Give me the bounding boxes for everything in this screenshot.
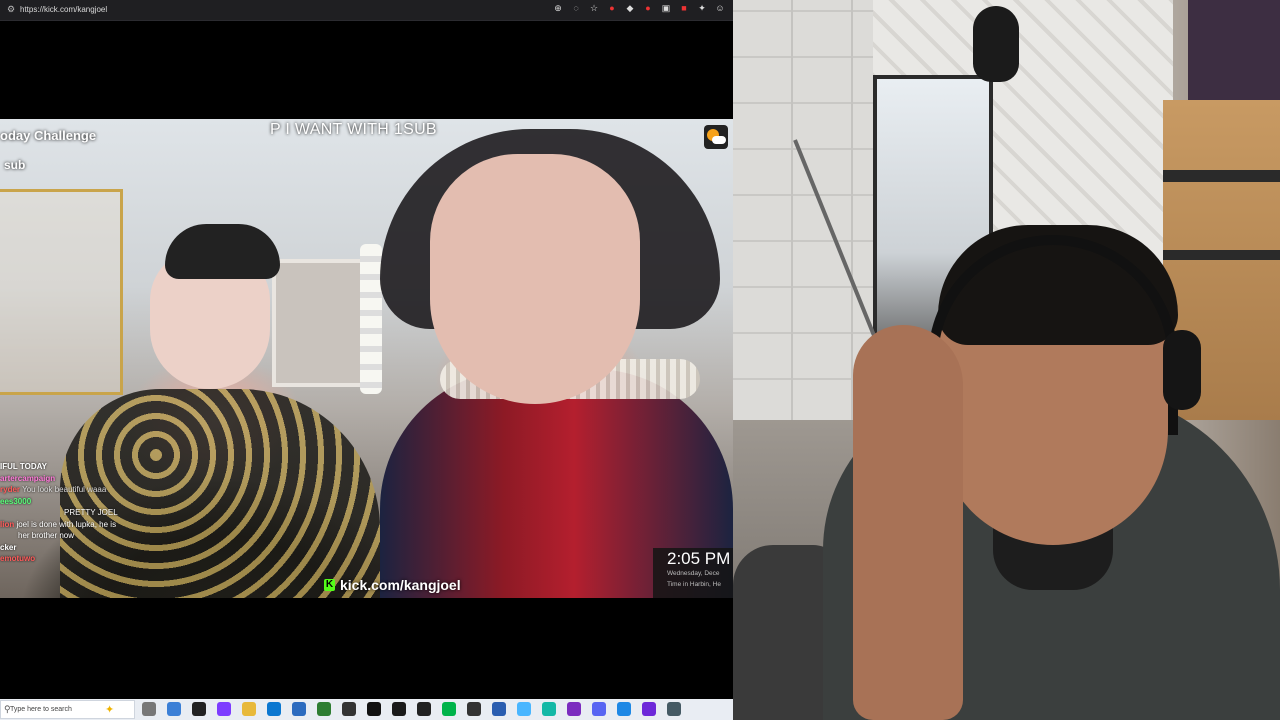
chat-username: lion [0, 519, 15, 529]
person-hand [853, 325, 963, 720]
weather-icon [704, 125, 728, 149]
kick-logo-icon: K [324, 579, 335, 591]
lens-icon[interactable]: ◌ [571, 3, 581, 13]
headset-earcup [1163, 330, 1201, 410]
extension-flag-icon[interactable]: ◆ [625, 3, 635, 13]
background-mirror [272, 259, 370, 387]
browser-address-bar[interactable]: ⚙ https://kick.com/kangjoel ⊕ ◌ ☆ ● ◆ ● … [0, 0, 733, 21]
app-black2-icon[interactable] [392, 702, 406, 716]
app-azure-icon[interactable] [617, 702, 631, 716]
extension-box-icon[interactable]: ▣ [661, 3, 671, 13]
tiled-wall-grout [733, 0, 873, 470]
chat-username: ees3000 [0, 496, 32, 506]
app-green-icon[interactable] [317, 702, 331, 716]
right-person-face [430, 154, 640, 404]
chat-message: emotuwo [0, 553, 160, 565]
webcam-feed [733, 0, 1280, 720]
app-violet-icon[interactable] [567, 702, 581, 716]
chat-text: PRETTY JOEL [64, 508, 118, 517]
app-black-icon[interactable] [367, 702, 381, 716]
chat-text: joel is done with lupka, he is [16, 519, 117, 529]
chat-text: her brother now [18, 531, 75, 540]
copilot-sparkle-icon[interactable]: ✦ [105, 703, 114, 716]
chat-message: IFUL TODAY [0, 461, 160, 473]
app-blue-icon[interactable] [292, 702, 306, 716]
url-text[interactable]: https://kick.com/kangjoel [20, 4, 107, 15]
discord-icon[interactable] [592, 702, 606, 716]
search-placeholder: Type here to search [10, 706, 72, 713]
file-explorer-icon[interactable] [242, 702, 256, 716]
app-purple-icon[interactable] [217, 702, 231, 716]
chat-message: PRETTY JOEL [0, 507, 160, 519]
edge-icon[interactable] [267, 702, 281, 716]
chat-message: cker [0, 542, 160, 554]
clock-widget: 2:05 PM Wednesday, Dece Time in Harbin, … [653, 548, 733, 598]
stream-video[interactable]: oday Challenge sub P I WANT WITH 1SUB IF… [0, 119, 733, 598]
steam-icon[interactable] [667, 702, 681, 716]
app-gray-icon[interactable] [342, 702, 356, 716]
extension-red2-icon[interactable]: ■ [679, 3, 689, 13]
chat-message: her brother now [0, 530, 160, 542]
app-kick-icon[interactable] [442, 702, 456, 716]
taskbar-app-icons [142, 702, 681, 716]
zoom-icon[interactable]: ⊕ [553, 3, 563, 13]
clock-timezone: Time in Harbin, He [667, 581, 721, 588]
extension-dark-icon[interactable]: ● [643, 3, 653, 13]
clock-time: 2:05 PM [667, 549, 731, 568]
hanging-cap [973, 6, 1019, 82]
chat-username: artercampaign [0, 473, 56, 483]
browser-toolbar-icons: ⊕ ◌ ☆ ● ◆ ● ▣ ■ ✦ ☺ [553, 3, 725, 13]
chat-username: cker [0, 542, 17, 552]
left-person-cap [165, 224, 280, 279]
taskbar-search-box[interactable]: ⚲ Type here to search ✦ [0, 700, 135, 719]
chat-message: artercampaign [0, 473, 160, 485]
curtain [1188, 0, 1280, 100]
chat-message: ees3000 [0, 496, 160, 508]
vanity-lights [360, 244, 382, 394]
clock-date: Wednesday, Dece [667, 570, 720, 577]
chat-username: IFUL TODAY [0, 462, 47, 471]
puzzle-icon[interactable]: ✦ [697, 3, 707, 13]
chat-message: ryder You look beautiful waaa [0, 484, 160, 496]
app-teal-icon[interactable] [542, 702, 556, 716]
sub-overlay-text: sub [4, 158, 26, 172]
windows-taskbar: ⚲ Type here to search ✦ [0, 699, 733, 720]
app-purple2-icon[interactable] [642, 702, 656, 716]
stream-chat-overlay: IFUL TODAY artercampaign ryder You look … [0, 461, 160, 596]
challenge-overlay-text: oday Challenge [0, 128, 97, 143]
chat-username: ryder [0, 485, 21, 494]
app-lightblue-icon[interactable] [517, 702, 531, 716]
app-gray2-icon[interactable] [467, 702, 481, 716]
app-dark-icon[interactable] [192, 702, 206, 716]
task-view-icon[interactable] [142, 702, 156, 716]
screen-capture-left: ⚙ https://kick.com/kangjoel ⊕ ◌ ☆ ● ◆ ● … [0, 0, 733, 720]
want-overlay-text: P I WANT WITH 1SUB [270, 121, 437, 138]
chat-text: You look beautiful waaa [22, 485, 107, 494]
kick-watermark: K kick.com/kangjoel [324, 577, 461, 593]
profile-icon[interactable]: ☺ [715, 3, 725, 13]
app-obs-icon[interactable] [417, 702, 431, 716]
chat-username: emotuwo [0, 554, 36, 563]
star-icon[interactable]: ☆ [589, 3, 599, 13]
site-info-icon[interactable]: ⚙ [7, 4, 17, 14]
chrome-icon[interactable] [167, 702, 181, 716]
app-blue2-icon[interactable] [492, 702, 506, 716]
background-shelf [0, 189, 123, 395]
chat-message: lion joel is done with lupka, he is [0, 519, 160, 531]
extension-red-icon[interactable]: ● [607, 3, 617, 13]
kick-watermark-text: kick.com/kangjoel [340, 577, 461, 593]
